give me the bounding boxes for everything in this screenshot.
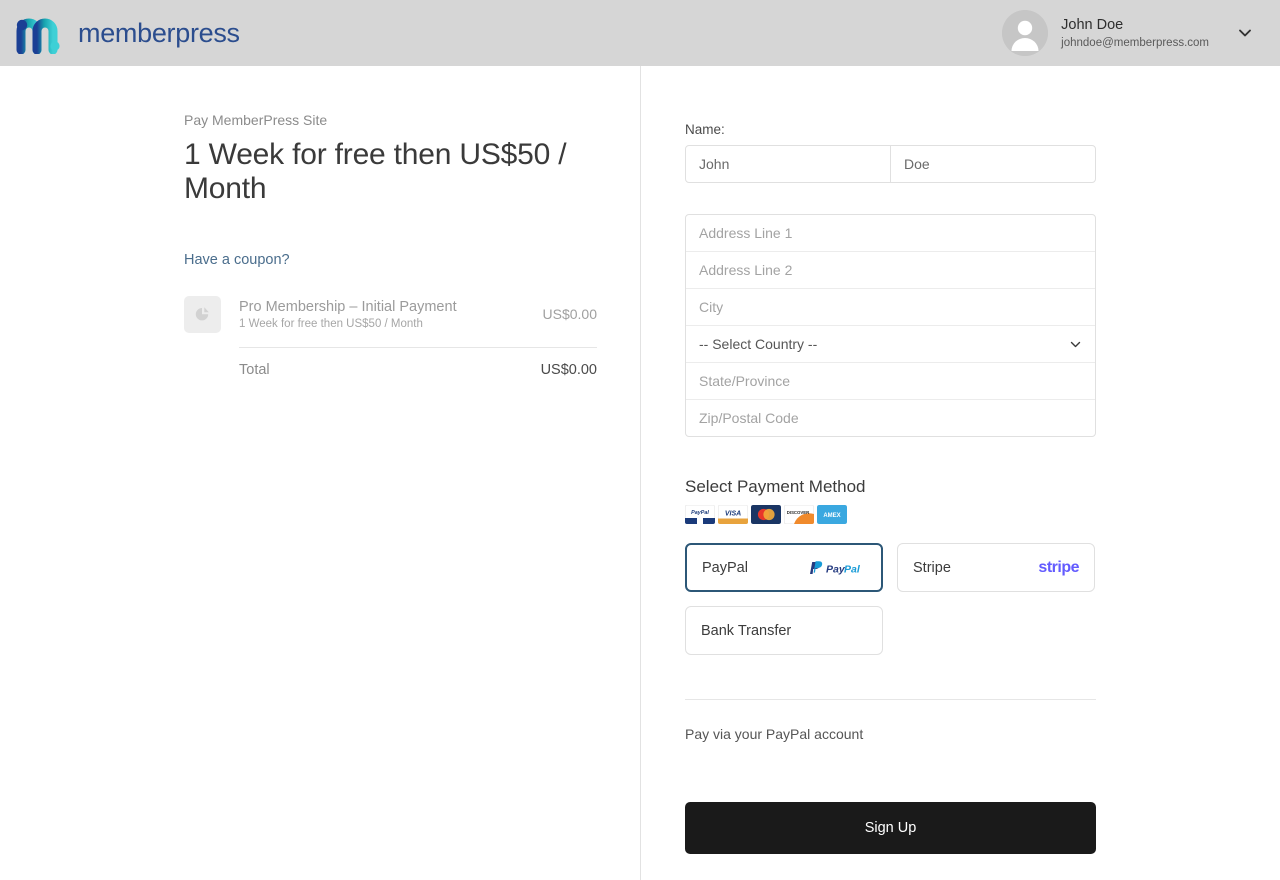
- payment-option-stripe[interactable]: Stripe stripe: [897, 543, 1095, 592]
- last-name-input[interactable]: Doe: [890, 146, 1095, 182]
- country-select[interactable]: -- Select Country --: [686, 326, 1095, 363]
- name-field-group: John Doe: [685, 145, 1096, 183]
- svg-text:AMEX: AMEX: [823, 513, 840, 519]
- brand: memberpress: [14, 12, 240, 54]
- visa-card-icon: VISA: [718, 505, 748, 524]
- payment-option-bank-transfer-label: Bank Transfer: [701, 622, 792, 639]
- chevron-down-icon[interactable]: [1222, 24, 1254, 42]
- order-total-value: US$0.00: [540, 361, 597, 378]
- svg-text:PayPal: PayPal: [691, 510, 709, 516]
- country-select-value: -- Select Country --: [699, 336, 818, 352]
- user-name: John Doe: [1061, 16, 1124, 33]
- address-line-2-input[interactable]: Address Line 2: [686, 252, 1095, 289]
- order-item-row: Pro Membership – Initial Payment 1 Week …: [184, 287, 597, 347]
- chevron-down-icon: [1068, 337, 1083, 352]
- paypal-card-icon: PayPal: [685, 505, 715, 524]
- pay-site-label: Pay MemberPress Site: [184, 112, 328, 128]
- stripe-logo-icon: stripe: [1038, 558, 1079, 576]
- payment-method-options: PayPal Pay Pal Stripe stripe Bank Transf…: [685, 543, 1096, 655]
- order-item-info: Pro Membership – Initial Payment 1 Week …: [239, 298, 543, 330]
- state-province-input[interactable]: State/Province: [686, 363, 1095, 400]
- mastercard-card-icon: [751, 505, 781, 524]
- app-header: memberpress John Doe johndoe@memberpress…: [0, 0, 1280, 66]
- order-item-name: Pro Membership – Initial Payment: [239, 299, 457, 316]
- svg-text:VISA: VISA: [725, 511, 741, 518]
- amex-card-icon: AMEX: [817, 505, 847, 524]
- brand-name: memberpress: [78, 17, 240, 48]
- user-email: johndoe@memberpress.com: [1061, 36, 1209, 49]
- discover-card-icon: DISCOVER: [784, 505, 814, 524]
- payment-option-paypal-label: PayPal: [702, 559, 748, 576]
- payment-option-bank-transfer[interactable]: Bank Transfer: [685, 606, 883, 655]
- payment-description: Pay via your PayPal account: [685, 726, 864, 742]
- svg-text:Pay: Pay: [826, 563, 846, 575]
- order-summary-column: Pay MemberPress Site 1 Week for free the…: [0, 66, 641, 880]
- payment-option-stripe-label: Stripe: [913, 559, 951, 576]
- sign-up-button[interactable]: Sign Up: [685, 802, 1096, 854]
- checkout-content: Pay MemberPress Site 1 Week for free the…: [0, 66, 1280, 880]
- order-item-price: US$0.00: [542, 306, 597, 323]
- name-label: Name:: [685, 122, 725, 137]
- user-menu[interactable]: John Doe johndoe@memberpress.com: [1002, 10, 1254, 56]
- city-input[interactable]: City: [686, 289, 1095, 326]
- payment-option-paypal[interactable]: PayPal Pay Pal: [685, 543, 883, 592]
- image-placeholder-icon: [184, 295, 221, 333]
- user-meta: John Doe johndoe@memberpress.com: [1061, 16, 1209, 51]
- checkout-form-column: Name: John Doe Address Line 1 Address Li…: [641, 66, 1280, 880]
- coupon-link[interactable]: Have a coupon?: [184, 252, 290, 268]
- paypal-logo-icon: Pay Pal: [808, 560, 866, 576]
- address-field-group: Address Line 1 Address Line 2 City -- Se…: [685, 214, 1096, 437]
- accepted-card-badges: PayPal VISA DISCOVER AMEX: [685, 505, 1280, 524]
- svg-text:DISCOVER: DISCOVER: [787, 510, 810, 515]
- svg-text:Pal: Pal: [844, 563, 861, 575]
- address-line-1-input[interactable]: Address Line 1: [686, 215, 1095, 252]
- first-name-input[interactable]: John: [686, 146, 890, 182]
- memberpress-m-logo-icon: [14, 12, 68, 54]
- order-table: Pro Membership – Initial Payment 1 Week …: [184, 287, 597, 378]
- user-avatar-icon: [1002, 10, 1049, 56]
- order-total-label: Total: [239, 361, 270, 378]
- payment-divider: [685, 699, 1096, 700]
- page-title: 1 Week for free then US$50 / Month: [184, 138, 567, 205]
- zip-postal-code-input[interactable]: Zip/Postal Code: [686, 400, 1095, 436]
- order-total-row: Total US$0.00: [239, 346, 597, 378]
- payment-method-title: Select Payment Method: [685, 477, 866, 496]
- order-item-subtitle: 1 Week for free then US$50 / Month: [239, 318, 423, 331]
